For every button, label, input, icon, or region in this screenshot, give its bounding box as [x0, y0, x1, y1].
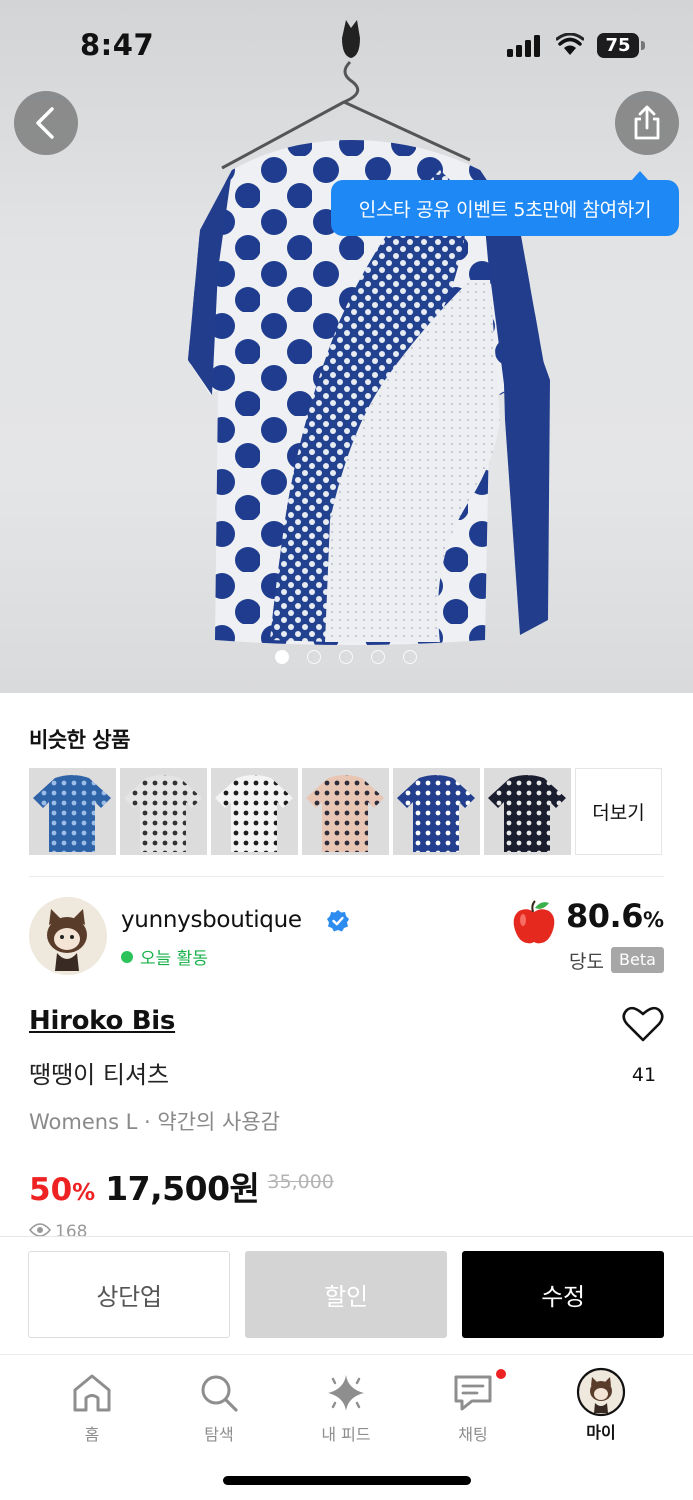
tab-explore[interactable]: 탐색 [169, 1373, 269, 1445]
share-icon [634, 105, 660, 140]
battery-indicator: 75 [597, 33, 639, 58]
thumb-image [29, 768, 116, 855]
price-row: 50% 17,500원 35,000 [29, 1162, 334, 1210]
view-count-value: 168 [55, 1222, 88, 1236]
tab-chat[interactable]: 채팅 [423, 1373, 523, 1445]
thumb-image [302, 768, 389, 855]
page-dot-3[interactable] [339, 650, 353, 664]
similar-item-6[interactable] [484, 768, 571, 855]
page-dot-4[interactable] [371, 650, 385, 664]
seller-avatar[interactable] [29, 897, 107, 975]
tab-chat-label: 채팅 [458, 1425, 488, 1444]
beta-badge: Beta [611, 947, 664, 973]
verified-badge-icon [327, 910, 349, 932]
signal-icon [507, 35, 543, 57]
original-price: 35,000 [267, 1171, 334, 1193]
similar-item-5[interactable] [393, 768, 480, 855]
tab-my-label: 마이 [586, 1423, 616, 1442]
chevron-left-icon [36, 107, 54, 139]
tab-my[interactable]: 마이 [551, 1367, 651, 1443]
instagram-share-tooltip[interactable]: 인스타 공유 이벤트 5초만에 참여하기 [331, 171, 679, 236]
similar-item-4[interactable] [302, 768, 389, 855]
battery-tip [641, 41, 645, 50]
page-dot-5[interactable] [403, 650, 417, 664]
score-unit: % [642, 908, 664, 932]
page-dot-2[interactable] [307, 650, 321, 664]
thumb-image [211, 768, 298, 855]
home-indicator [223, 1476, 471, 1485]
sparkle-icon [328, 1375, 364, 1411]
chat-icon [454, 1375, 492, 1411]
discount-value: 50 [29, 1172, 73, 1208]
seller-name[interactable]: yunnysboutique [121, 907, 302, 933]
page-dot-1[interactable] [275, 650, 289, 664]
chat-notification-dot [496, 1369, 506, 1379]
sale-price: 17,500원 [105, 1169, 260, 1208]
home-icon [73, 1374, 111, 1412]
eye-icon [29, 1223, 51, 1236]
search-icon [201, 1375, 238, 1412]
view-count: 168 [29, 1222, 87, 1236]
similar-item-1[interactable] [29, 768, 116, 855]
cat-character-icon [47, 909, 87, 971]
wifi-icon [556, 33, 584, 55]
edit-button[interactable]: 수정 [462, 1251, 664, 1338]
image-pagination [275, 650, 417, 664]
similar-products-list: 더보기 [29, 768, 662, 855]
thumb-image [393, 768, 480, 855]
discount-button[interactable]: 할인 [245, 1251, 447, 1338]
back-button[interactable] [14, 91, 78, 155]
tab-home-label: 홈 [84, 1425, 100, 1444]
thumb-image [120, 768, 207, 855]
divider [29, 876, 664, 877]
tab-my-feed-label: 내 피드 [321, 1425, 371, 1444]
tab-my-feed[interactable]: 내 피드 [296, 1373, 396, 1445]
sweetness-score[interactable]: 80.6% [566, 897, 664, 935]
avatar-icon [576, 1367, 626, 1417]
action-bar: 상단업 할인 수정 [0, 1236, 693, 1354]
similar-products-title: 비슷한 상품 [29, 728, 130, 752]
status-bar: 8:47 75 [0, 0, 693, 92]
discount-unit: % [72, 1180, 96, 1206]
tab-explore-label: 탐색 [204, 1425, 234, 1444]
sweetness-label: 당도 [569, 951, 604, 973]
status-time: 8:47 [80, 28, 155, 62]
shirt-photo [188, 20, 550, 645]
activity-label: 오늘 활동 [140, 949, 208, 969]
similar-item-3[interactable] [211, 768, 298, 855]
product-title: 땡땡이 티셔츠 [29, 1061, 170, 1089]
tab-home[interactable]: 홈 [42, 1373, 142, 1445]
product-photo[interactable]: 8:47 75 인스타 공유 이벤트 5초만에 참여하기 [0, 0, 693, 693]
online-dot-icon [121, 950, 133, 963]
more-similar-button[interactable]: 더보기 [575, 768, 662, 855]
score-value: 80.6 [566, 897, 643, 935]
brand-link[interactable]: Hiroko Bis [29, 1006, 175, 1036]
like-count: 41 [631, 1064, 657, 1086]
apple-icon [513, 900, 555, 944]
product-meta: Womens L · 약간의 사용감 [29, 1110, 281, 1134]
heart-icon[interactable] [622, 1005, 664, 1043]
seller-activity-status: 오늘 활동 [121, 944, 208, 969]
discount-rate: 50% [29, 1172, 95, 1208]
share-button[interactable] [615, 91, 679, 155]
similar-item-2[interactable] [120, 768, 207, 855]
thumb-image [484, 768, 571, 855]
bump-button[interactable]: 상단업 [28, 1251, 230, 1338]
